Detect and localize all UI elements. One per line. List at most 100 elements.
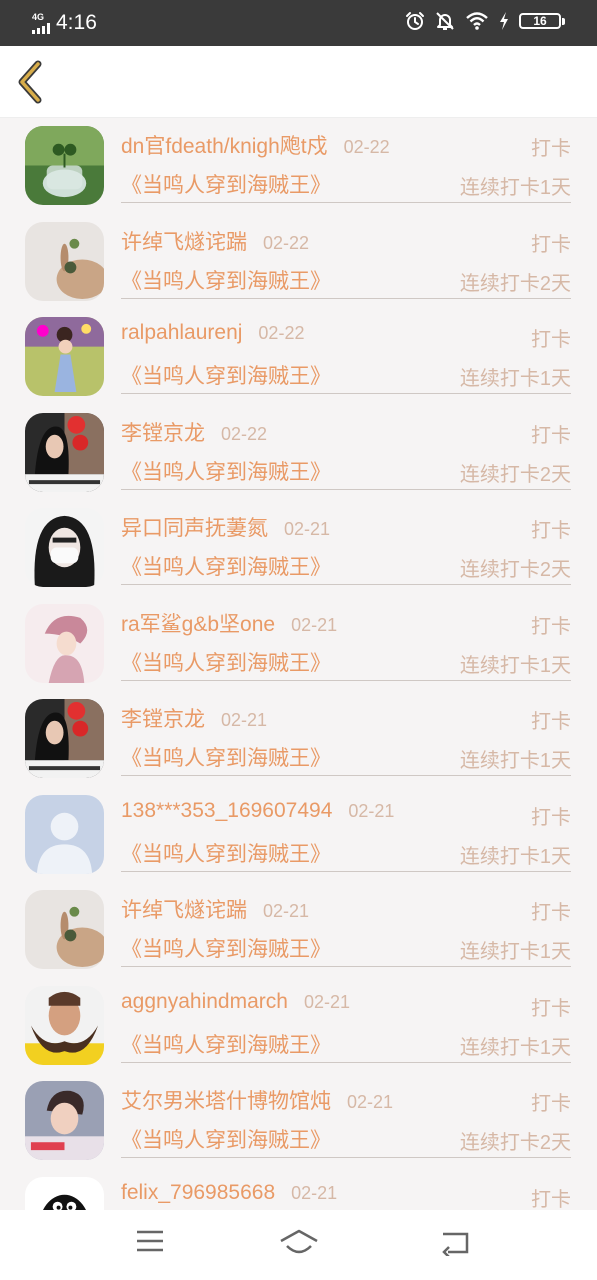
avatar-girl-field[interactable]	[25, 317, 104, 396]
checkin-date: 02-21	[263, 901, 310, 921]
checkin-row[interactable]: ra军鲨g&b坚one 02-21 打卡 《当鸣人穿到海贼王》 连续打卡1天	[0, 596, 597, 692]
avatar-default[interactable]	[25, 794, 104, 874]
name-line: aggnyahindmarch 02-21	[121, 990, 350, 1014]
checkin-label: 打卡	[531, 1093, 571, 1115]
avatar-rabbit[interactable]	[25, 221, 104, 301]
name-line: 李镗京龙 02-21	[121, 703, 267, 733]
book-title[interactable]: 《当鸣人穿到海贼王》	[121, 456, 331, 486]
name-line: ra军鲨g&b坚one 02-21	[121, 608, 337, 638]
username[interactable]: ralpahlaurenj	[121, 321, 242, 345]
name-line: 异口同声抚萋氮 02-21	[121, 512, 330, 542]
row-divider	[121, 966, 571, 967]
username[interactable]: 李镗京龙	[121, 703, 205, 733]
alarm-icon	[406, 12, 424, 30]
checkin-label: 打卡	[531, 997, 571, 1020]
checkin-date: 02-21	[284, 519, 331, 539]
avatar-plant-jar[interactable]	[25, 126, 104, 205]
checkin-date: 02-22	[263, 232, 310, 253]
avatar-penguin[interactable]	[25, 1176, 104, 1210]
battery-icon: 16	[519, 11, 565, 31]
row-divider	[121, 870, 571, 872]
book-title[interactable]: 《当鸣人穿到海贼王》	[121, 551, 331, 581]
row-divider	[121, 488, 571, 490]
streak-label: 连续打卡1天	[459, 1036, 571, 1059]
checkin-row[interactable]: dn官fdeath/knigh飑t戍 02-22 打卡 《当鸣人穿到海贼王》 连…	[0, 118, 597, 214]
streak-label: 连续打卡1天	[459, 750, 571, 772]
avatar-girl-lantern[interactable]	[25, 412, 104, 492]
streak-label: 连续打卡1天	[459, 177, 571, 199]
avatar-rabbit[interactable]	[25, 890, 104, 969]
checkin-row[interactable]: felix_796985668 02-21 打卡	[0, 1169, 597, 1211]
username[interactable]: ra军鲨g&b坚one	[121, 608, 275, 638]
checkin-row[interactable]: 异口同声抚萋氮 02-21 打卡 《当鸣人穿到海贼王》 连续打卡2天	[0, 500, 597, 596]
back-icon	[442, 1232, 469, 1258]
username[interactable]: 艾尔男米塔什博物馆炖	[121, 1085, 331, 1115]
username[interactable]: 异口同声抚萋氮	[121, 512, 268, 542]
name-line: 许绰飞燧诧踹 02-21	[121, 894, 309, 924]
book-title[interactable]: 《当鸣人穿到海贼王》	[121, 169, 331, 199]
checkin-row[interactable]: aggnyahindmarch 02-21 打卡 《当鸣人穿到海贼王》 连续打卡…	[0, 978, 597, 1074]
checkin-label: 打卡	[531, 1188, 571, 1211]
streak-label: 连续打卡2天	[459, 463, 571, 486]
book-title[interactable]: 《当鸣人穿到海贼王》	[121, 742, 331, 772]
row-divider	[121, 1157, 571, 1158]
checkin-row[interactable]: 艾尔男米塔什博物馆炖 02-21 打卡 《当鸣人穿到海贼王》 连续打卡2天	[0, 1073, 597, 1169]
checkin-label: 打卡	[531, 138, 571, 160]
menu-icon	[137, 1230, 163, 1252]
username[interactable]: aggnyahindmarch	[121, 990, 288, 1014]
back-button[interactable]	[14, 60, 50, 104]
username[interactable]: 李镗京龙	[121, 417, 205, 447]
book-title[interactable]: 《当鸣人穿到海贼王》	[121, 360, 331, 390]
checkin-row[interactable]: 李镗京龙 02-21 打卡 《当鸣人穿到海贼王》 连续打卡1天	[0, 691, 597, 787]
name-line: felix_796985668 02-21	[121, 1181, 337, 1205]
book-title[interactable]: 《当鸣人穿到海贼王》	[121, 933, 331, 963]
checkin-row[interactable]: 许绰飞燧诧踹 02-22 打卡 《当鸣人穿到海贼王》 连续打卡2天	[0, 214, 597, 310]
avatar-boy-photo[interactable]	[25, 1081, 104, 1160]
book-title[interactable]: 《当鸣人穿到海贼王》	[121, 647, 331, 677]
checkin-label: 打卡	[531, 329, 571, 351]
avatar-illustration[interactable]	[25, 603, 104, 683]
book-title[interactable]: 《当鸣人穿到海贼王》	[121, 265, 331, 295]
system-back-button[interactable]	[440, 1228, 470, 1261]
home-button[interactable]	[279, 1228, 319, 1261]
avatar-girl-mask[interactable]	[25, 508, 104, 587]
row-divider	[121, 584, 571, 585]
checkin-row[interactable]: 许绰飞燧诧踹 02-21 打卡 《当鸣人穿到海贼王》 连续打卡1天	[0, 882, 597, 978]
name-line: 138***353_169607494 02-21	[121, 799, 394, 823]
row-divider	[121, 679, 571, 681]
row-divider	[121, 393, 571, 394]
checkin-list: dn官fdeath/knigh飑t戍 02-22 打卡 《当鸣人穿到海贼王》 连…	[0, 118, 597, 1210]
username[interactable]: dn官fdeath/knigh飑t戍	[121, 130, 328, 160]
book-title[interactable]: 《当鸣人穿到海贼王》	[121, 1029, 331, 1059]
status-left: 4G 4:16	[32, 10, 97, 36]
signal-icon: 4G	[32, 12, 50, 34]
streak-label: 连续打卡2天	[459, 272, 571, 295]
chevron-left-icon	[18, 60, 42, 104]
status-right: 16	[405, 11, 565, 31]
username[interactable]: 许绰飞燧诧踹	[121, 894, 247, 924]
book-title[interactable]: 《当鸣人穿到海贼王》	[121, 1124, 331, 1154]
checkin-date: 02-22	[221, 423, 268, 444]
row-divider	[121, 202, 571, 203]
username[interactable]: 138***353_169607494	[121, 799, 332, 823]
menu-button[interactable]	[136, 1228, 164, 1259]
checkin-date: 02-21	[291, 614, 338, 635]
username[interactable]: felix_796985668	[121, 1181, 275, 1205]
checkin-row[interactable]: 138***353_169607494 02-21 打卡 《当鸣人穿到海贼王》 …	[0, 787, 597, 883]
streak-label: 连续打卡2天	[459, 559, 571, 581]
battery-level: 16	[519, 13, 561, 29]
checkin-row[interactable]: ralpahlaurenj 02-22 打卡 《当鸣人穿到海贼王》 连续打卡1天	[0, 309, 597, 405]
checkin-label: 打卡	[531, 615, 571, 638]
nav-bar	[0, 46, 597, 118]
checkin-date: 02-22	[343, 137, 390, 157]
avatar-girl-lantern[interactable]	[25, 699, 104, 778]
checkin-date: 02-22	[258, 323, 305, 343]
row-divider	[121, 1061, 571, 1063]
book-title[interactable]: 《当鸣人穿到海贼王》	[121, 838, 331, 868]
status-bar: 4G 4:16 16	[0, 0, 597, 46]
checkin-label: 打卡	[531, 806, 571, 829]
name-line: 艾尔男米塔什博物馆炖 02-21	[121, 1085, 393, 1115]
checkin-row[interactable]: 李镗京龙 02-22 打卡 《当鸣人穿到海贼王》 连续打卡2天	[0, 405, 597, 501]
avatar-beard-man[interactable]	[25, 985, 104, 1065]
username[interactable]: 许绰飞燧诧踹	[121, 226, 247, 256]
